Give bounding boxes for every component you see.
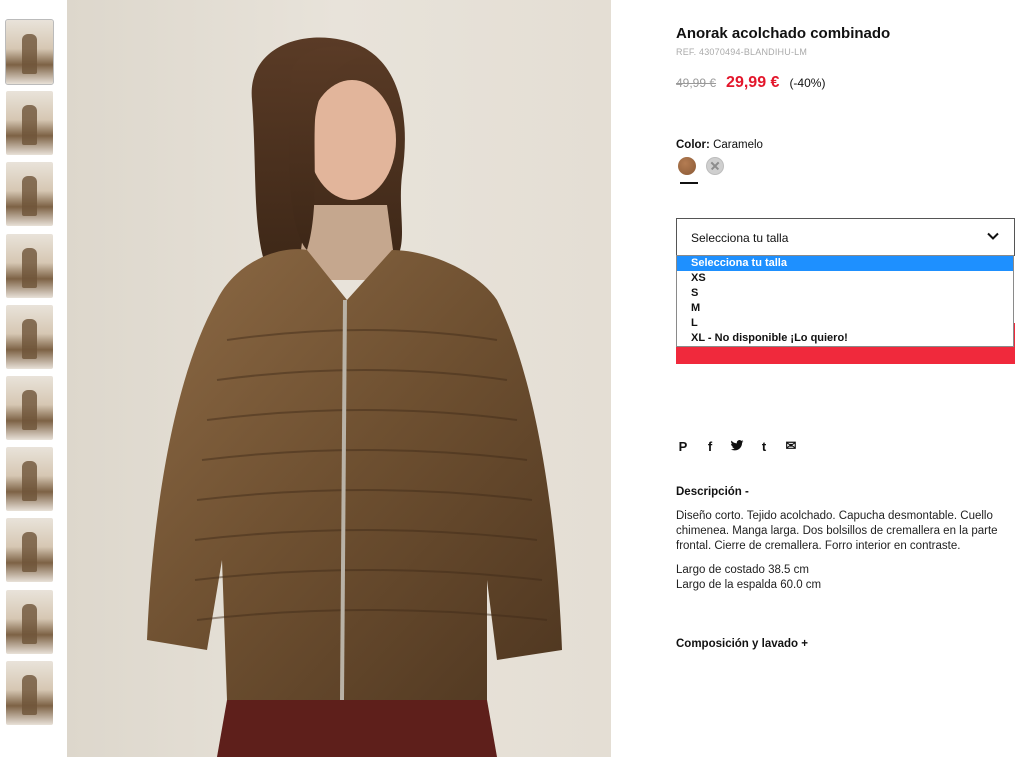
description-heading[interactable]: Descripción - (676, 486, 749, 498)
size-option-m[interactable]: M (677, 301, 1013, 316)
measure-back: Largo de la espalda 60.0 cm (676, 579, 822, 591)
model-illustration (147, 37, 562, 757)
pinterest-icon[interactable]: P (676, 438, 690, 454)
thumbnail-4[interactable] (6, 233, 53, 298)
description-body: Diseño corto. Tejido acolchado. Capucha … (676, 509, 1016, 593)
product-main-image[interactable] (67, 0, 611, 757)
price-block: 49,99 € 29,99 € (-40%) (676, 74, 825, 92)
size-option-l[interactable]: L (677, 316, 1013, 331)
swatch-caramelo[interactable] (678, 157, 696, 175)
selected-swatch-indicator (680, 182, 698, 184)
thumbnail-10[interactable] (6, 660, 53, 725)
size-option-s[interactable]: S (677, 286, 1013, 301)
social-share: P f t ✉ (676, 438, 798, 454)
thumbnail-5[interactable] (6, 304, 53, 369)
size-select-value: Selecciona tu talla (691, 231, 789, 245)
chevron-down-icon (987, 232, 999, 240)
color-label-key: Color: (676, 139, 710, 151)
measure-side: Largo de costado 38.5 cm (676, 564, 809, 576)
thumbnail-strip (5, 19, 54, 732)
thumbnail-8[interactable] (6, 518, 53, 583)
size-option-placeholder[interactable]: Selecciona tu talla (677, 256, 1013, 271)
thumbnail-7[interactable] (6, 447, 53, 512)
twitter-icon[interactable] (730, 438, 744, 454)
description-text: Diseño corto. Tejido acolchado. Capucha … (676, 510, 998, 552)
product-reference: REF. 43070494-BLANDIHU-LM (676, 47, 808, 57)
composition-heading[interactable]: Composición y lavado + (676, 638, 808, 650)
color-swatches (678, 157, 724, 175)
sale-price: 29,99 € (726, 74, 780, 91)
size-dropdown-list: Selecciona tu talla XS S M L XL - No dis… (676, 255, 1014, 347)
mail-icon[interactable]: ✉ (784, 438, 798, 454)
facebook-icon[interactable]: f (703, 438, 717, 454)
thumbnail-1[interactable] (5, 19, 54, 85)
swatch-unavailable[interactable] (706, 157, 724, 175)
thumbnail-3[interactable] (6, 162, 53, 227)
original-price: 49,99 € (676, 76, 717, 90)
tumblr-icon[interactable]: t (757, 438, 771, 454)
color-label: Color: Caramelo (676, 139, 763, 151)
size-select[interactable]: Selecciona tu talla (676, 218, 1015, 256)
size-option-xs[interactable]: XS (677, 271, 1013, 286)
thumbnail-6[interactable] (6, 375, 53, 440)
product-title: Anorak acolchado combinado (676, 25, 891, 42)
thumbnail-2[interactable] (6, 91, 53, 156)
discount-label: (-40%) (789, 76, 826, 90)
thumbnail-9[interactable] (6, 589, 53, 654)
color-value: Caramelo (713, 139, 763, 151)
size-option-xl[interactable]: XL - No disponible ¡Lo quiero! (677, 331, 1013, 346)
